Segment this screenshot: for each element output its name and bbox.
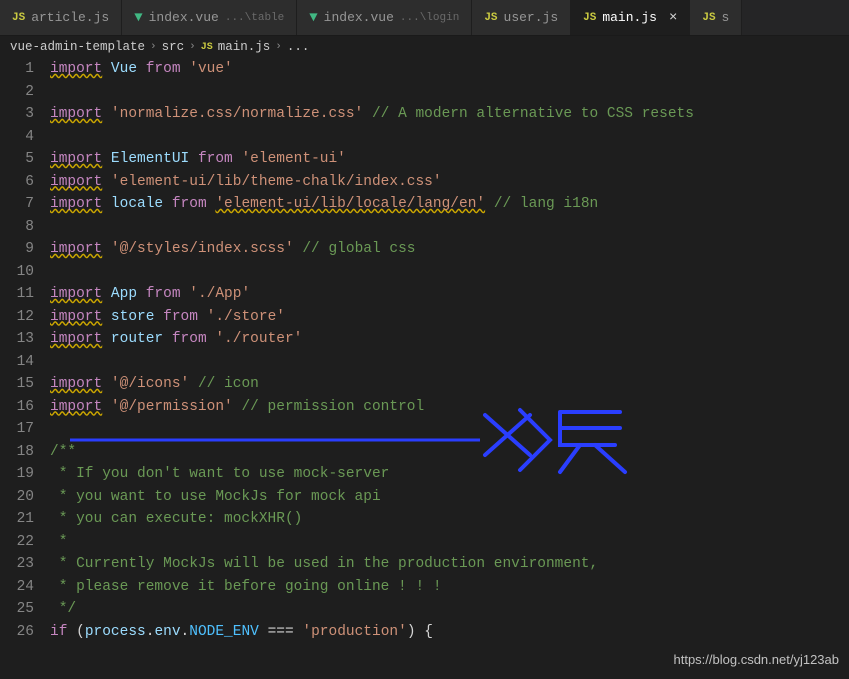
tab-bar: JS article.js ▼ index.vue ...\table ▼ index.vu… bbox=[0, 0, 849, 36]
tab-label: s bbox=[722, 10, 730, 25]
js-file-icon: JS bbox=[12, 12, 25, 24]
code-line[interactable] bbox=[50, 261, 849, 284]
code-line[interactable] bbox=[50, 216, 849, 239]
tab-path: ...\table bbox=[225, 12, 284, 24]
js-file-icon: JS bbox=[201, 42, 213, 53]
code-line[interactable]: import '@/icons' // icon bbox=[50, 373, 849, 396]
vue-file-icon: ▼ bbox=[309, 10, 317, 26]
code-line[interactable] bbox=[50, 351, 849, 374]
code-line[interactable]: * please remove it before going online !… bbox=[50, 576, 849, 599]
tab-path: ...\login bbox=[400, 12, 459, 24]
code-line[interactable]: import '@/styles/index.scss' // global c… bbox=[50, 238, 849, 261]
code-line[interactable]: import Vue from 'vue' bbox=[50, 58, 849, 81]
code-line[interactable] bbox=[50, 81, 849, 104]
line-number: 22 bbox=[0, 531, 34, 554]
chevron-right-icon: › bbox=[275, 41, 282, 53]
code-line[interactable]: import store from './store' bbox=[50, 306, 849, 329]
line-number: 26 bbox=[0, 621, 34, 644]
code-line[interactable]: import router from './router' bbox=[50, 328, 849, 351]
code-line[interactable]: import '@/permission' // permission cont… bbox=[50, 396, 849, 419]
tab-label: index.vue bbox=[149, 10, 219, 25]
tab-label: index.vue bbox=[324, 10, 394, 25]
js-file-icon: JS bbox=[702, 12, 715, 24]
line-number: 13 bbox=[0, 328, 34, 351]
chevron-right-icon: › bbox=[189, 41, 196, 53]
js-file-icon: JS bbox=[484, 12, 497, 24]
line-number: 15 bbox=[0, 373, 34, 396]
line-number: 1 bbox=[0, 58, 34, 81]
chevron-right-icon: › bbox=[150, 41, 157, 53]
line-number: 20 bbox=[0, 486, 34, 509]
line-number: 10 bbox=[0, 261, 34, 284]
code-line[interactable]: import 'element-ui/lib/theme-chalk/index… bbox=[50, 171, 849, 194]
line-number: 4 bbox=[0, 126, 34, 149]
breadcrumb-part[interactable]: vue-admin-template bbox=[10, 40, 145, 54]
line-number: 21 bbox=[0, 508, 34, 531]
tab-label: article.js bbox=[31, 10, 109, 25]
line-number: 6 bbox=[0, 171, 34, 194]
code-line[interactable]: import ElementUI from 'element-ui' bbox=[50, 148, 849, 171]
code-line[interactable]: * you want to use MockJs for mock api bbox=[50, 486, 849, 509]
line-number: 7 bbox=[0, 193, 34, 216]
line-number: 24 bbox=[0, 576, 34, 599]
line-number: 19 bbox=[0, 463, 34, 486]
line-number: 16 bbox=[0, 396, 34, 419]
code-line[interactable]: import App from './App' bbox=[50, 283, 849, 306]
code-line[interactable]: /** bbox=[50, 441, 849, 464]
line-number: 9 bbox=[0, 238, 34, 261]
line-number: 5 bbox=[0, 148, 34, 171]
code-line[interactable] bbox=[50, 126, 849, 149]
js-file-icon: JS bbox=[583, 12, 596, 24]
code-line[interactable]: */ bbox=[50, 598, 849, 621]
line-number: 23 bbox=[0, 553, 34, 576]
line-number: 17 bbox=[0, 418, 34, 441]
line-number: 14 bbox=[0, 351, 34, 374]
code-content[interactable]: import Vue from 'vue' import 'normalize.… bbox=[50, 58, 849, 643]
line-number: 3 bbox=[0, 103, 34, 126]
line-number: 11 bbox=[0, 283, 34, 306]
code-editor[interactable]: 1234567891011121314151617181920212223242… bbox=[0, 58, 849, 643]
line-number: 18 bbox=[0, 441, 34, 464]
tab-s[interactable]: JS s bbox=[690, 0, 742, 35]
breadcrumb-trailing: ... bbox=[287, 40, 310, 54]
code-line[interactable]: * If you don't want to use mock-server bbox=[50, 463, 849, 486]
tab-user-js[interactable]: JS user.js bbox=[472, 0, 571, 35]
tab-label: user.js bbox=[504, 10, 559, 25]
code-line[interactable]: if (process.env.NODE_ENV === 'production… bbox=[50, 621, 849, 644]
code-line[interactable]: import locale from 'element-ui/lib/local… bbox=[50, 193, 849, 216]
tab-article-js[interactable]: JS article.js bbox=[0, 0, 122, 35]
tab-main-js[interactable]: JS main.js × bbox=[571, 0, 690, 35]
watermark: https://blog.csdn.net/yj123ab bbox=[673, 652, 839, 667]
code-line[interactable]: import 'normalize.css/normalize.css' // … bbox=[50, 103, 849, 126]
tab-label: main.js bbox=[602, 10, 657, 25]
breadcrumb: vue-admin-template › src › JS main.js › … bbox=[0, 36, 849, 58]
breadcrumb-part[interactable]: src bbox=[162, 40, 185, 54]
line-number: 2 bbox=[0, 81, 34, 104]
vue-file-icon: ▼ bbox=[134, 10, 142, 26]
code-line[interactable] bbox=[50, 418, 849, 441]
line-number-gutter: 1234567891011121314151617181920212223242… bbox=[0, 58, 50, 643]
code-line[interactable]: * Currently MockJs will be used in the p… bbox=[50, 553, 849, 576]
close-icon[interactable]: × bbox=[669, 10, 677, 26]
tab-index-vue[interactable]: ▼ index.vue ...\table bbox=[122, 0, 297, 35]
code-line[interactable]: * you can execute: mockXHR() bbox=[50, 508, 849, 531]
tab-index-vue[interactable]: ▼ index.vue ...\login bbox=[297, 0, 472, 35]
line-number: 25 bbox=[0, 598, 34, 621]
line-number: 12 bbox=[0, 306, 34, 329]
breadcrumb-file[interactable]: main.js bbox=[218, 40, 271, 54]
line-number: 8 bbox=[0, 216, 34, 239]
code-line[interactable]: * bbox=[50, 531, 849, 554]
